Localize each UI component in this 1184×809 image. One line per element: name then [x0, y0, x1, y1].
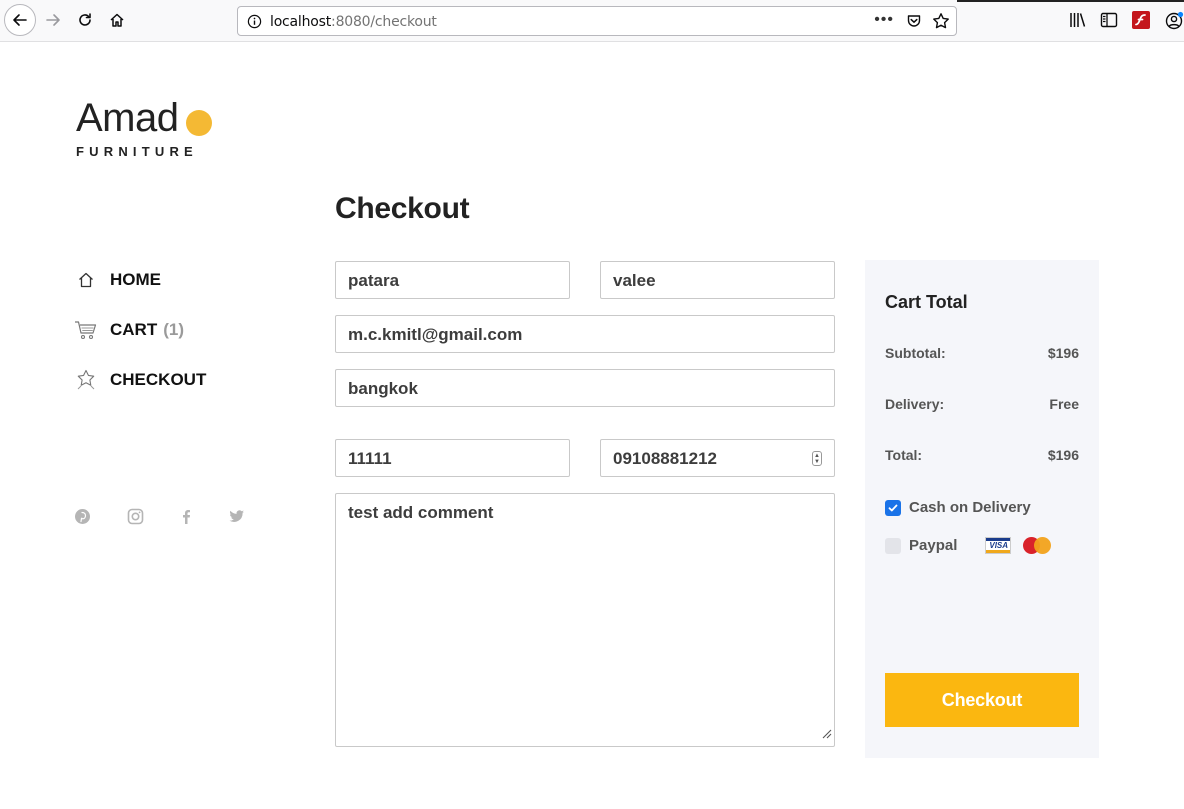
number-stepper[interactable]: ▲ ▼ [812, 451, 822, 466]
visa-card-icon: VISA [985, 537, 1012, 554]
back-arrow-icon [13, 14, 27, 26]
pinterest-icon[interactable] [74, 508, 92, 526]
stepper-down-icon[interactable]: ▼ [814, 459, 820, 465]
checkmark-icon [888, 504, 898, 511]
page-title: Checkout [335, 192, 470, 225]
payment-option-cod[interactable]: Cash on Delivery [885, 499, 1031, 516]
mastercard-icon [1023, 537, 1052, 554]
pocket-icon[interactable] [906, 13, 922, 34]
total-label: Total: [885, 447, 923, 463]
sidebar-item-label: HOME [110, 270, 161, 289]
library-icon[interactable] [1069, 11, 1087, 34]
star-icon [74, 368, 98, 392]
brand-logo[interactable]: Amad FURNITURE [76, 96, 212, 159]
phone-field-wrapper[interactable]: 09108881212 ▲ ▼ [600, 439, 835, 477]
delivery-row: Delivery: Free [885, 396, 1079, 412]
page-actions-icon[interactable]: ••• [874, 11, 894, 29]
facebook-icon[interactable] [178, 508, 196, 526]
delivery-value: Free [1049, 396, 1079, 412]
back-button[interactable] [4, 4, 36, 36]
cod-label: Cash on Delivery [909, 499, 1031, 516]
city-field[interactable]: bangkok [335, 369, 835, 407]
total-row: Total: $196 [885, 447, 1079, 463]
cod-checkbox[interactable] [885, 499, 901, 516]
brand-dot [186, 110, 212, 136]
payment-option-paypal[interactable]: Paypal VISA [885, 537, 1052, 554]
subtotal-row: Subtotal: $196 [885, 345, 1079, 361]
cart-total-title: Cart Total [885, 292, 968, 312]
bookmark-star-icon[interactable] [932, 12, 950, 35]
url-path: :8080/checkout [331, 14, 437, 30]
url-bar[interactable]: localhost:8080/checkout ••• [237, 6, 957, 36]
sidebar-item-cart[interactable]: CART (1) [74, 318, 184, 342]
checkout-button[interactable]: Checkout [885, 673, 1079, 727]
subtotal-value: $196 [1047, 345, 1079, 361]
first-name-field[interactable]: patara [335, 261, 570, 299]
sidebar-toggle-icon[interactable] [1100, 11, 1118, 34]
zip-code-field[interactable]: 11111 [335, 439, 570, 477]
site-info-icon[interactable] [247, 14, 262, 34]
total-value: $196 [1047, 447, 1079, 463]
cart-total-panel: Cart Total Subtotal: $196 Delivery: Free… [865, 260, 1099, 758]
comment-textarea[interactable]: test add comment [348, 503, 493, 522]
url-text[interactable]: localhost:8080/checkout [270, 14, 437, 30]
sidebar-item-label: CART [110, 320, 158, 339]
browser-home-icon [110, 13, 124, 27]
instagram-icon[interactable] [127, 508, 145, 526]
sidebar-item-home[interactable]: HOME [74, 268, 161, 292]
forward-arrow-icon [46, 14, 60, 26]
cart-icon [74, 318, 98, 342]
brand-tagline: FURNITURE [76, 144, 198, 159]
brand-name: Amad [76, 96, 179, 140]
toolbar-top-border [957, 0, 1184, 2]
home-icon [74, 268, 98, 292]
paypal-label: Paypal [909, 537, 958, 554]
subtotal-label: Subtotal: [885, 345, 946, 361]
email-field[interactable]: m.c.kmitl@gmail.com [335, 315, 835, 353]
reload-button[interactable] [70, 5, 100, 35]
comment-textarea-wrapper[interactable]: test add comment [335, 493, 835, 747]
reload-icon [79, 13, 91, 26]
phone-field[interactable]: 09108881212 [613, 449, 717, 468]
browser-toolbar: localhost:8080/checkout ••• [0, 0, 1184, 42]
url-host: localhost [270, 14, 332, 30]
twitter-icon[interactable] [228, 508, 246, 526]
last-name-field[interactable]: valee [600, 261, 835, 299]
forward-button[interactable] [38, 5, 68, 35]
flash-extension-icon[interactable] [1132, 11, 1150, 34]
sidebar-item-checkout[interactable]: CHECKOUT [74, 368, 206, 392]
cart-count-badge: (1) [163, 320, 184, 339]
sidebar-item-label: CHECKOUT [110, 370, 207, 389]
delivery-label: Delivery: [885, 396, 945, 412]
account-icon[interactable] [1164, 11, 1184, 36]
paypal-checkbox[interactable] [885, 537, 901, 554]
visa-text: VISA [989, 541, 1009, 550]
resize-handle-icon[interactable] [821, 724, 832, 744]
home-button[interactable] [102, 5, 132, 35]
